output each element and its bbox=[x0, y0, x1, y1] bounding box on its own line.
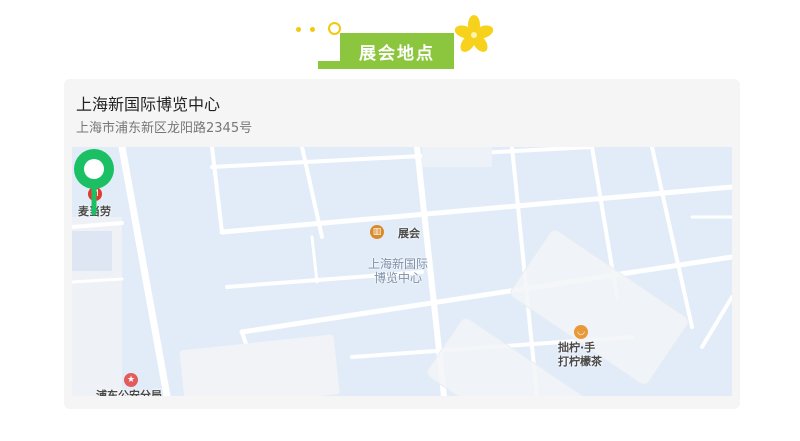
poi-venue-line1: 上海新国际 bbox=[368, 257, 429, 271]
flower-icon bbox=[454, 15, 494, 52]
poi-police[interactable]: 浦东公安分局 bbox=[96, 387, 162, 396]
police-icon: ★ bbox=[124, 373, 138, 387]
section-title-banner: 展会地点 bbox=[318, 33, 454, 69]
section-title: 展会地点 bbox=[340, 33, 454, 69]
venue-card[interactable]: 上海新国际博览中心 上海市浦东新区龙阳路2345号 ▥ 展会 上海新国际 博览中… bbox=[64, 79, 740, 409]
exhibition-icon: ▥ bbox=[370, 225, 384, 239]
poi-exhibition[interactable]: 展会 bbox=[398, 225, 420, 241]
location-pin-icon[interactable] bbox=[72, 147, 116, 219]
poi-tea-line1: 拙柠·手 bbox=[558, 341, 596, 354]
venue-map[interactable]: M 麦当劳 ▥ 展会 上海新国际 博览中心 ◡ 拙柠·手 打柠檬茶 ★ 浦东公安… bbox=[72, 147, 732, 396]
tea-icon: ◡ bbox=[574, 325, 588, 339]
venue-name: 上海新国际博览中心 bbox=[76, 95, 221, 114]
poi-venue-line2: 博览中心 bbox=[374, 271, 423, 285]
poi-lemon-tea[interactable]: 拙柠·手 打柠檬茶 bbox=[558, 341, 602, 369]
poi-venue-center[interactable]: 上海新国际 博览中心 bbox=[368, 257, 428, 285]
poi-tea-line2: 打柠檬茶 bbox=[558, 355, 602, 368]
venue-address: 上海市浦东新区龙阳路2345号 bbox=[76, 121, 253, 136]
